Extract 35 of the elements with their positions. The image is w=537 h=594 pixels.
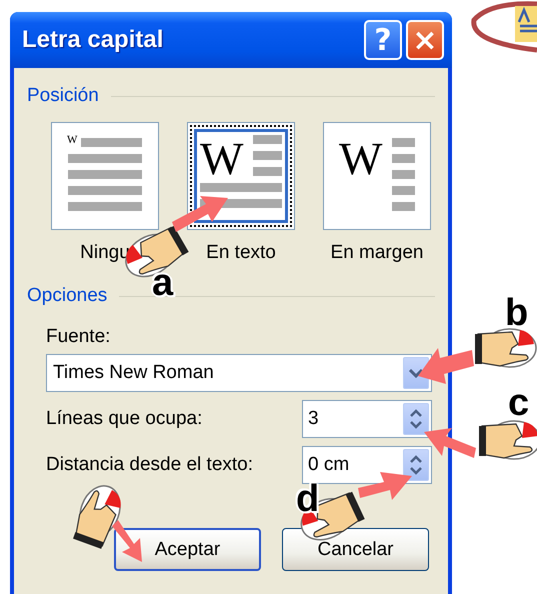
option-label: En texto xyxy=(206,242,276,264)
window-title: Letra capital xyxy=(22,26,164,54)
group-label: Opciones xyxy=(27,285,108,307)
chevron-down-icon xyxy=(409,368,423,378)
spin-button[interactable] xyxy=(403,449,429,481)
pointer-arrow xyxy=(418,348,474,384)
annotation-letter: c xyxy=(508,384,530,422)
dialog-button[interactable]: Cancelar xyxy=(282,528,429,571)
drop-cap-letter: W xyxy=(200,136,244,182)
position-option[interactable]: W xyxy=(187,122,295,230)
number-field[interactable]: 3 xyxy=(302,400,432,438)
up-down-arrows-icon xyxy=(410,454,422,476)
option-label: Ningu xyxy=(80,242,130,264)
spin-button[interactable] xyxy=(403,403,429,435)
pointer-arrow xyxy=(358,472,412,500)
annotation-letter: a xyxy=(152,264,174,302)
field-label: Distancia desde el texto: xyxy=(46,454,254,476)
position-option[interactable]: W xyxy=(51,122,159,230)
field-label: Fuente: xyxy=(46,326,112,348)
group-label: Posición xyxy=(27,85,99,107)
annotation-letter: b xyxy=(505,294,528,332)
pointer-arrow xyxy=(112,520,142,562)
pointer-arrow xyxy=(424,428,476,458)
drop-cap-letter: W xyxy=(67,135,78,146)
help-button[interactable]: ? xyxy=(364,20,402,60)
toolbar-icon xyxy=(515,6,537,42)
dialog-button[interactable]: Aceptar xyxy=(114,528,261,571)
field-label: Líneas que ocupa: xyxy=(46,408,202,430)
font-dropdown[interactable]: Times New Roman xyxy=(46,354,432,392)
position-option[interactable]: W xyxy=(323,122,431,230)
pointer-arrow xyxy=(172,196,228,232)
up-down-arrows-icon xyxy=(410,408,422,430)
drop-cap-letter: W xyxy=(339,136,382,182)
number-field[interactable]: 0 cm xyxy=(302,446,432,484)
option-label: En margen xyxy=(330,242,424,264)
